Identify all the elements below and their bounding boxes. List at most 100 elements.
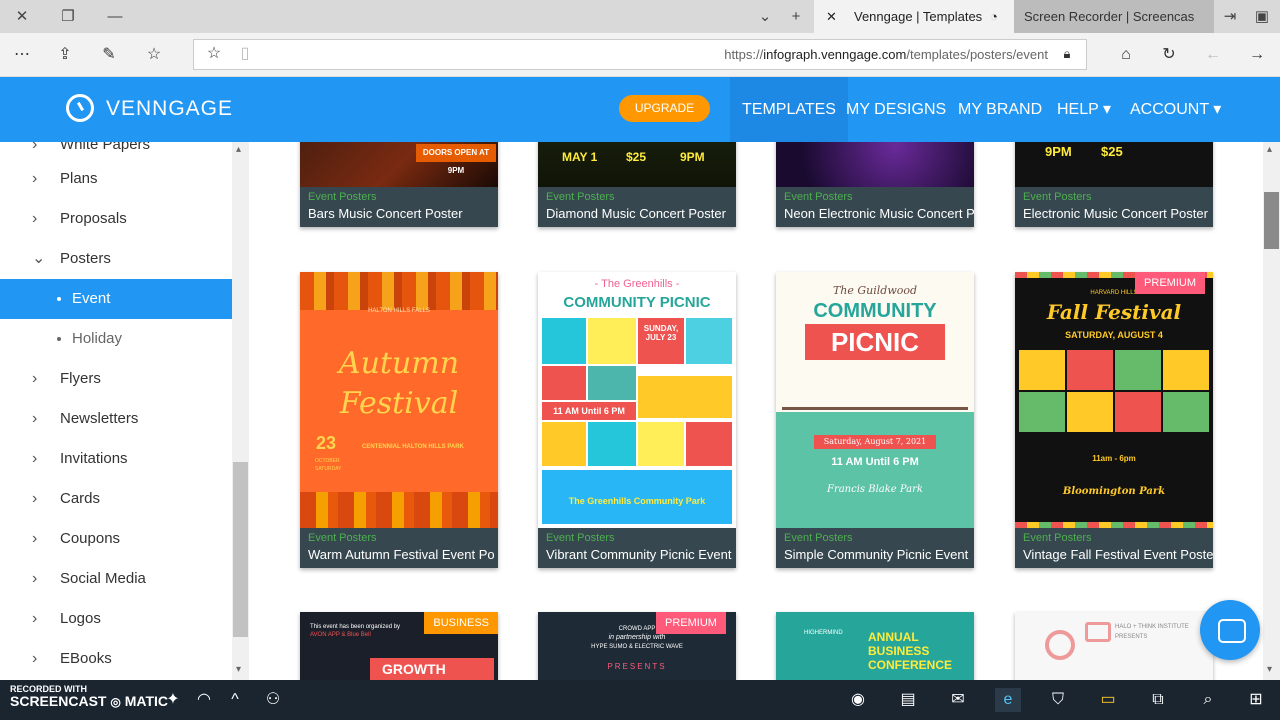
tab-list-chevron-icon[interactable]: ⌄: [754, 6, 776, 28]
clapperboard-icon[interactable]: ▤: [895, 688, 921, 712]
nav-help[interactable]: HELP ▾: [1045, 77, 1123, 142]
cortana-icon[interactable]: ◉: [845, 688, 871, 712]
sidebar-item-logos[interactable]: › Logos: [0, 599, 232, 639]
favorites-list-icon[interactable]: ☆: [143, 44, 165, 66]
category-sidebar: › White Papers › Plans › Proposals ⌄ Posters…: [0, 142, 232, 680]
task-view-icon[interactable]: ⧉: [1145, 688, 1171, 712]
sidebar-scrollbar[interactable]: ▴ ▾: [232, 142, 249, 680]
restore-window-icon[interactable]: ❐: [57, 6, 79, 28]
reading-view-icon[interactable]: ▯: [234, 43, 256, 65]
share-icon[interactable]: ⇪: [54, 44, 76, 66]
watermark-text: SCREENCAST ◎ MATIC: [10, 693, 169, 709]
template-card-simple-picnic[interactable]: The Guildwood COMMUNITY PICNIC Saturday,…: [776, 272, 974, 568]
poster-text: ANNUAL: [868, 630, 919, 644]
nav-account[interactable]: ACCOUNT ▾: [1118, 77, 1233, 142]
premium-badge: PREMIUM: [656, 612, 726, 634]
tile: [1067, 350, 1113, 390]
minimize-window-icon[interactable]: —: [104, 6, 126, 28]
template-category: Event Posters: [308, 191, 377, 203]
chat-support-button[interactable]: [1200, 600, 1260, 660]
poster-text: HIGHERMIND: [804, 630, 843, 636]
show-tabs-aside-icon[interactable]: ▣: [1251, 6, 1273, 28]
template-card-bars-music[interactable]: DOORS OPEN AT 9PM Event Posters Bars Mus…: [300, 142, 498, 227]
sidebar-item-ebooks[interactable]: › EBooks: [0, 639, 232, 679]
poster-text: Saturday, August 7, 2021: [814, 435, 936, 449]
sidebar-item-newsletters[interactable]: › Newsletters: [0, 399, 232, 439]
back-icon[interactable]: ←: [1202, 44, 1224, 66]
windows-start-icon[interactable]: ⊞: [1243, 688, 1269, 712]
sidebar-item-label: Posters: [60, 250, 111, 267]
sidebar-item-flyers[interactable]: › Flyers: [0, 359, 232, 399]
more-icon[interactable]: ⋯: [11, 44, 33, 66]
sidebar-scroll-thumb[interactable]: [233, 462, 248, 637]
main-scroll-thumb[interactable]: [1264, 192, 1279, 249]
scroll-down-icon[interactable]: ▾: [236, 664, 241, 675]
poster-text: - The Greenhills -: [594, 278, 680, 290]
poster-text: BUSINESS: [868, 644, 930, 658]
template-caption: Event Posters Simple Community Picnic Ev…: [776, 528, 974, 568]
template-card-diamond-music[interactable]: MAY 1 $25 9PM Event Posters Diamond Musi…: [538, 142, 736, 227]
template-card-neon-electronic[interactable]: Event Posters Neon Electronic Music Conc…: [776, 142, 974, 227]
mail-icon[interactable]: ✉: [945, 688, 971, 712]
poster-text: 9PM: [680, 150, 705, 164]
watermark-circle-icon: ◎: [110, 695, 121, 709]
sidebar-item-label: Flyers: [60, 370, 101, 387]
scroll-up-icon[interactable]: ▴: [1267, 144, 1272, 155]
close-window-icon[interactable]: ✕: [11, 6, 33, 28]
sidebar-item-social-media[interactable]: › Social Media: [0, 559, 232, 599]
edge-browser-icon[interactable]: e: [995, 688, 1021, 712]
template-card-halo-think[interactable]: HALO + THINK INSTITUTE PRESENTS: [1015, 612, 1213, 680]
poster-text: $25: [1101, 144, 1123, 159]
template-category: Event Posters: [784, 191, 853, 203]
sidebar-item-event[interactable]: Event: [0, 279, 232, 319]
main-scrollbar[interactable]: ▴ ▾: [1263, 142, 1280, 680]
template-card-crowd-app[interactable]: CROWD APP in partnership with HYPE SUMO …: [538, 612, 736, 680]
poster-text: SATURDAY: [315, 466, 342, 472]
address-field[interactable]: ☆ ▯ https://infograph.venngage.com/templ…: [193, 39, 1087, 70]
sidebar-item-invitations[interactable]: › Invitations: [0, 439, 232, 479]
home-icon[interactable]: ⌂: [1115, 44, 1137, 66]
upgrade-button[interactable]: UPGRADE: [619, 95, 710, 122]
nav-my-designs[interactable]: MY DESIGNS: [834, 77, 958, 142]
bullet-icon: [57, 337, 61, 341]
sidebar-item-holiday[interactable]: Holiday: [0, 319, 232, 359]
template-card-business-growth[interactable]: This event has been organized by AVON AP…: [300, 612, 498, 680]
nav-templates[interactable]: TEMPLATES: [730, 77, 848, 142]
tile: [542, 318, 586, 364]
wifi-icon[interactable]: ◠: [191, 688, 217, 712]
logo-text[interactable]: VENNGAGE: [106, 97, 233, 121]
venngage-logo-icon[interactable]: [66, 94, 94, 122]
sidebar-item-label: Social Media: [60, 570, 146, 587]
template-thumbnail: HARVARD HILLS Fall Festival SATURDAY, AU…: [1015, 272, 1213, 528]
scroll-down-icon[interactable]: ▾: [1267, 664, 1272, 675]
template-card-vintage-fall[interactable]: HARVARD HILLS Fall Festival SATURDAY, AU…: [1015, 272, 1213, 568]
pen-icon[interactable]: ✎: [98, 44, 120, 66]
poster-text: Autumn: [338, 346, 460, 381]
sidebar-item-proposals[interactable]: › Proposals: [0, 199, 232, 239]
set-tabs-aside-icon[interactable]: ⇥: [1219, 6, 1241, 28]
template-category: Event Posters: [546, 532, 615, 544]
sidebar-item-plans[interactable]: › Plans: [0, 159, 232, 199]
forward-icon[interactable]: →: [1246, 44, 1268, 66]
chevron-right-icon: ›: [32, 210, 38, 227]
close-tab-icon[interactable]: ✕: [826, 0, 837, 33]
search-icon[interactable]: ⌕: [1195, 688, 1221, 712]
favorite-star-icon[interactable]: ☆: [203, 43, 225, 65]
file-explorer-icon[interactable]: ▭: [1095, 688, 1121, 712]
sidebar-item-coupons[interactable]: › Coupons: [0, 519, 232, 559]
refresh-icon[interactable]: ↻: [1158, 44, 1180, 66]
template-card-vibrant-picnic[interactable]: - The Greenhills - COMMUNITY PICNIC SUND…: [538, 272, 736, 568]
scroll-up-icon[interactable]: ▴: [236, 144, 241, 155]
store-icon[interactable]: ⛉: [1045, 688, 1071, 712]
template-card-warm-autumn[interactable]: HALTON HILLS FALLS Autumn Festival 23 OC…: [300, 272, 498, 568]
show-hidden-icons-icon[interactable]: ^: [222, 688, 248, 712]
template-card-electronic-music[interactable]: 9PM $25 Event Posters Electronic Music C…: [1015, 142, 1213, 227]
tab-venngage[interactable]: ✕ Venngage | Templates ◔: [814, 0, 1014, 33]
tab-screen-recorder[interactable]: Screen Recorder | Screencas: [1014, 0, 1214, 33]
new-tab-icon[interactable]: +: [785, 6, 807, 28]
people-icon[interactable]: ⚇: [260, 688, 286, 712]
sidebar-item-cards[interactable]: › Cards: [0, 479, 232, 519]
sidebar-item-posters[interactable]: ⌄ Posters: [0, 239, 232, 279]
nav-my-brand[interactable]: MY BRAND: [946, 77, 1054, 142]
template-card-annual-conference[interactable]: HIGHERMIND ANNUAL BUSINESS CONFERENCE: [776, 612, 974, 680]
